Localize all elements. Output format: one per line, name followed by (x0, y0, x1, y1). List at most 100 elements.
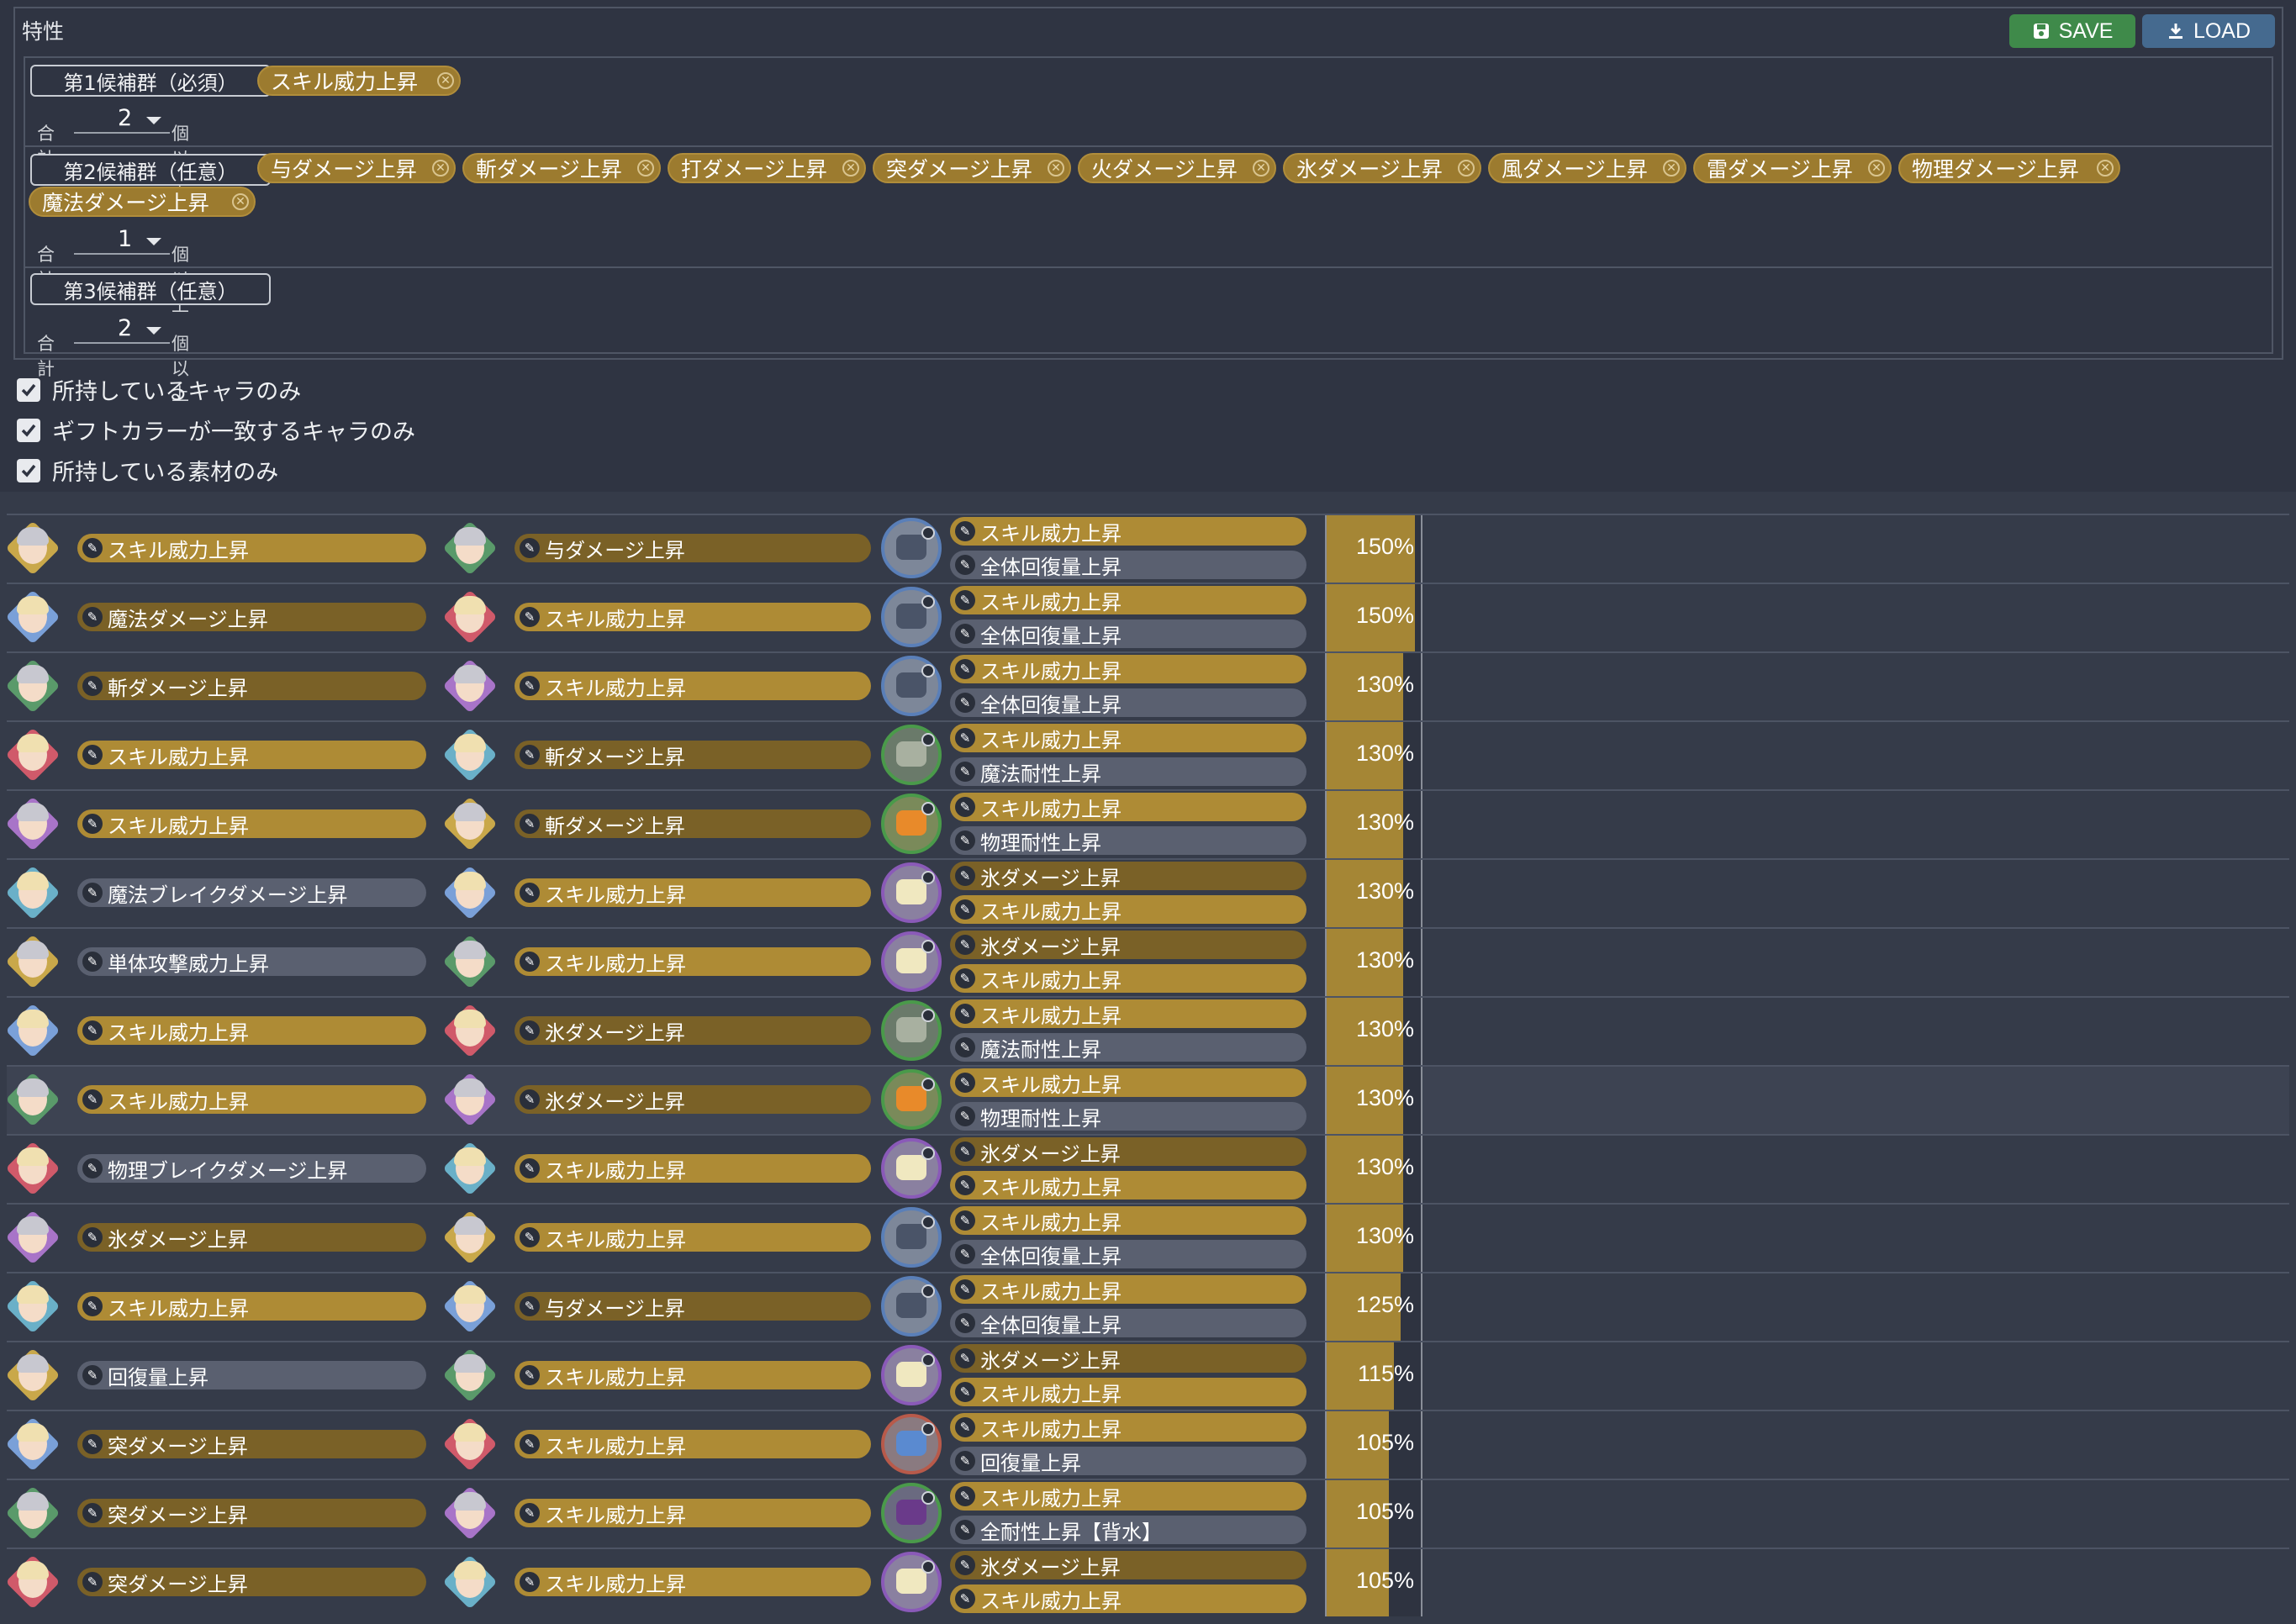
skill-icon: ✎ (82, 607, 103, 627)
owned-chars-checkbox[interactable]: 所持しているキャラのみ (17, 373, 301, 406)
remove-chip-icon[interactable]: ✕ (232, 193, 249, 210)
trait-label: 氷ダメージ上昇 (545, 1020, 685, 1045)
trait-chip[interactable]: 物理ダメージ上昇 ✕ (1898, 153, 2120, 183)
count-select[interactable]: 2 (74, 105, 170, 134)
remove-chip-icon[interactable]: ✕ (1663, 160, 1680, 177)
trait-pill: ✎ スキル威力上昇 (515, 603, 871, 631)
trait-pill: ✎ 与ダメージ上昇 (515, 1292, 871, 1321)
trait-label: 氷ダメージ上昇 (980, 935, 1121, 959)
trait-pill: ✎ 全耐性上昇【背水】 (950, 1516, 1306, 1544)
download-icon (2168, 24, 2183, 39)
result-row[interactable]: ✎ 斬ダメージ上昇 ✎ スキル威力上昇 ✎ スキル威力上昇 ✎ 全体回復量上昇 130% (5, 651, 2289, 720)
remove-chip-icon[interactable]: ✕ (2097, 160, 2114, 177)
trait-chip[interactable]: 雷ダメージ上昇 ✕ (1693, 153, 1892, 183)
checkbox-icon[interactable] (17, 377, 40, 402)
remove-chip-icon[interactable]: ✕ (637, 160, 654, 177)
trait-chip[interactable]: 斬ダメージ上昇 ✕ (462, 153, 661, 183)
gift-color-checkbox[interactable]: ギフトカラーが一致するキャラのみ (17, 414, 415, 446)
checkbox-icon[interactable] (17, 418, 40, 442)
trait-label: スキル威力上昇 (980, 1382, 1122, 1406)
result-row[interactable]: ✎ 物理ブレイクダメージ上昇 ✎ スキル威力上昇 ✎ 氷ダメージ上昇 ✎ スキル威力上昇 130… (5, 1134, 2289, 1203)
trait-chip[interactable]: 氷ダメージ上昇 ✕ (1283, 153, 1481, 183)
result-row[interactable]: ✎ 魔法ブレイクダメージ上昇 ✎ スキル威力上昇 ✎ 氷ダメージ上昇 ✎ スキル威力上昇 130… (5, 858, 2289, 927)
trait-label: スキル威力上昇 (980, 1004, 1122, 1028)
score-percent: 130% (1355, 672, 1414, 697)
checkbox-icon[interactable] (17, 458, 40, 482)
checkbox-label: ギフトカラーが一致するキャラのみ (52, 419, 415, 446)
result-row[interactable]: ✎ 回復量上昇 ✎ スキル威力上昇 ✎ 氷ダメージ上昇 ✎ スキル威力上昇 115% (5, 1341, 2289, 1410)
trait-label: 斬ダメージ上昇 (545, 745, 685, 769)
result-row[interactable]: ✎ 単体攻撃威力上昇 ✎ スキル威力上昇 ✎ 氷ダメージ上昇 ✎ スキル威力上昇 130% (5, 927, 2289, 996)
count-select[interactable]: 2 (74, 315, 170, 344)
result-row[interactable]: ✎ 突ダメージ上昇 ✎ スキル威力上昇 ✎ 氷ダメージ上昇 ✎ スキル威力上昇 105% (5, 1548, 2289, 1616)
result-row[interactable]: ✎ スキル威力上昇 ✎ 斬ダメージ上昇 ✎ スキル威力上昇 ✎ 物理耐性上昇 130% (5, 789, 2289, 858)
material-icon (881, 1069, 942, 1130)
group-label[interactable]: 第3候補群（任意） (30, 273, 271, 305)
remove-chip-icon[interactable]: ✕ (437, 72, 454, 89)
skill-icon: ✎ (82, 814, 103, 834)
skill-icon: ✎ (955, 1037, 975, 1057)
result-row[interactable]: ✎ 氷ダメージ上昇 ✎ スキル威力上昇 ✎ スキル威力上昇 ✎ 全体回復量上昇 130% (5, 1203, 2289, 1272)
result-row[interactable]: ✎ 魔法ダメージ上昇 ✎ スキル威力上昇 ✎ スキル威力上昇 ✎ 全体回復量上昇 150% (5, 583, 2289, 651)
remove-chip-icon[interactable]: ✕ (842, 160, 859, 177)
skill-icon: ✎ (955, 555, 975, 575)
remove-chip-icon[interactable]: ✕ (1048, 160, 1064, 177)
trait-pill: ✎ スキル威力上昇 (515, 672, 871, 700)
trait-pill: ✎ スキル威力上昇 (77, 534, 426, 562)
group-label[interactable]: 第1候補群（必須） (30, 65, 271, 97)
trait-pill: ✎ 全体回復量上昇 (950, 551, 1306, 579)
trait-label: スキル威力上昇 (545, 1158, 686, 1183)
score-cell: 105% (1325, 1549, 1422, 1616)
trait-chip[interactable]: 与ダメージ上昇 ✕ (257, 153, 456, 183)
trait-chip[interactable]: 魔法ダメージ上昇 ✕ (29, 187, 256, 217)
trait-label: スキル威力上昇 (980, 659, 1122, 683)
owned-materials-checkbox[interactable]: 所持している素材のみ (17, 454, 278, 487)
character-avatar (5, 1485, 61, 1541)
count-value: 2 (118, 105, 133, 131)
material-icon (881, 1483, 942, 1543)
result-row[interactable]: ✎ 突ダメージ上昇 ✎ スキル威力上昇 ✎ スキル威力上昇 ✎ 全耐性上昇【背水】 105% (5, 1479, 2289, 1548)
trait-chip[interactable]: 突ダメージ上昇 ✕ (873, 153, 1071, 183)
skill-icon: ✎ (955, 1244, 975, 1264)
remove-chip-icon[interactable]: ✕ (1458, 160, 1475, 177)
result-row[interactable]: ✎ スキル威力上昇 ✎ 氷ダメージ上昇 ✎ スキル威力上昇 ✎ 物理耐性上昇 130% (5, 1065, 2289, 1134)
trait-label: スキル威力上昇 (545, 1572, 686, 1596)
trait-pill: ✎ 魔法耐性上昇 (950, 1033, 1306, 1062)
skill-icon: ✎ (955, 1175, 975, 1195)
remove-chip-icon[interactable]: ✕ (432, 160, 449, 177)
result-row[interactable]: ✎ スキル威力上昇 ✎ 与ダメージ上昇 ✎ スキル威力上昇 ✎ 全体回復量上昇 125% (5, 1272, 2289, 1341)
result-row[interactable]: ✎ スキル威力上昇 ✎ 氷ダメージ上昇 ✎ スキル威力上昇 ✎ 魔法耐性上昇 130% (5, 996, 2289, 1065)
save-button[interactable]: SAVE (2009, 14, 2135, 48)
chip-label: 雷ダメージ上昇 (1707, 157, 1853, 182)
result-row[interactable]: ✎ 突ダメージ上昇 ✎ スキル威力上昇 ✎ スキル威力上昇 ✎ 回復量上昇 105% (5, 1410, 2289, 1479)
skill-icon: ✎ (955, 1073, 975, 1093)
skill-icon: ✎ (955, 899, 975, 920)
skill-icon: ✎ (520, 1296, 540, 1316)
count-select[interactable]: 1 (74, 226, 170, 255)
skill-icon: ✎ (955, 1106, 975, 1126)
score-percent: 105% (1355, 1430, 1414, 1455)
remove-chip-icon[interactable]: ✕ (1253, 160, 1269, 177)
skill-icon: ✎ (955, 935, 975, 955)
trait-pill: ✎ 全体回復量上昇 (950, 1240, 1306, 1268)
character-avatar (5, 658, 61, 714)
trait-chip[interactable]: 風ダメージ上昇 ✕ (1488, 153, 1686, 183)
score-cell: 130% (1325, 1136, 1422, 1203)
trait-chip[interactable]: 打ダメージ上昇 ✕ (668, 153, 866, 183)
score-percent: 130% (1355, 1016, 1414, 1041)
group-label[interactable]: 第2候補群（任意） (30, 154, 271, 186)
character-avatar (5, 1210, 61, 1265)
skill-icon: ✎ (955, 1486, 975, 1506)
load-button[interactable]: LOAD (2142, 14, 2275, 48)
trait-pill: ✎ 回復量上昇 (77, 1361, 426, 1389)
result-row[interactable]: ✎ スキル威力上昇 ✎ 斬ダメージ上昇 ✎ スキル威力上昇 ✎ 魔法耐性上昇 130% (5, 720, 2289, 789)
result-row[interactable]: ✎ スキル威力上昇 ✎ 与ダメージ上昇 ✎ スキル威力上昇 ✎ 全体回復量上昇 150% (5, 514, 2289, 583)
skill-icon: ✎ (955, 521, 975, 541)
trait-label: スキル威力上昇 (108, 1020, 249, 1045)
trait-pill: ✎ 物理耐性上昇 (950, 826, 1306, 855)
trait-label: スキル威力上昇 (545, 1227, 686, 1252)
trait-chip[interactable]: スキル威力上昇 ✕ (257, 66, 461, 96)
trait-label: 氷ダメージ上昇 (545, 1089, 685, 1114)
remove-chip-icon[interactable]: ✕ (1868, 160, 1885, 177)
trait-chip[interactable]: 火ダメージ上昇 ✕ (1078, 153, 1276, 183)
